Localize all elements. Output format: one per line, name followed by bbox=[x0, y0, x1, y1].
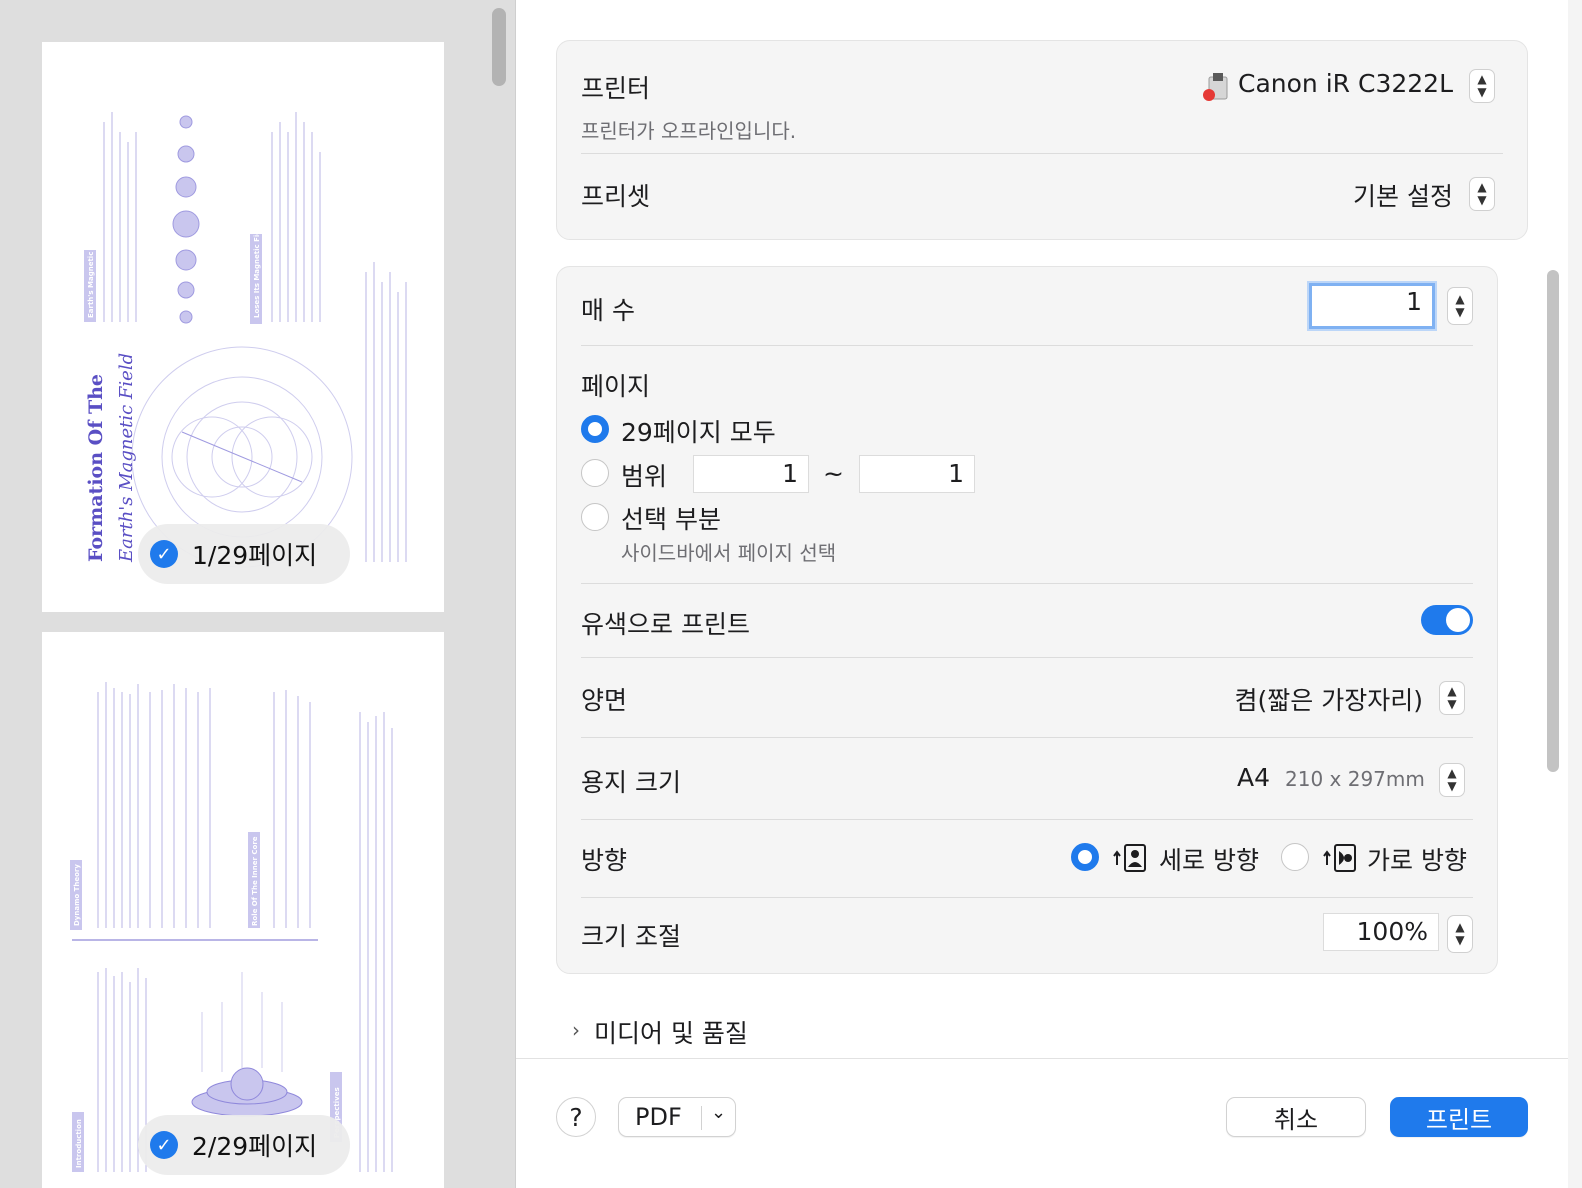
print-button[interactable]: 프린트 bbox=[1390, 1097, 1528, 1137]
page-1-label: 1/29페이지 bbox=[192, 541, 318, 570]
scale-input[interactable]: 100% bbox=[1323, 913, 1439, 951]
page-thumbnail-2[interactable]: Dynamo Theory Role Of The Inner Core Int… bbox=[42, 632, 444, 1188]
paper-size-value[interactable]: A4 bbox=[1237, 763, 1270, 792]
page-sidebar: Formation Of The Earth's Magnetic Field … bbox=[0, 0, 516, 1188]
page-1-title: Formation Of The bbox=[85, 374, 107, 562]
duplex-select[interactable]: 켬(짧은 가장자리) bbox=[1235, 681, 1423, 717]
color-toggle[interactable] bbox=[1421, 605, 1473, 635]
portrait-label[interactable]: 세로 방향 bbox=[1159, 841, 1259, 877]
page-2-section-1: Dynamo Theory bbox=[73, 864, 81, 926]
copies-label: 매 수 bbox=[581, 296, 635, 325]
scale-stepper[interactable]: ▲ ▼ bbox=[1447, 915, 1473, 953]
scale-label: 크기 조절 bbox=[581, 922, 681, 951]
pages-all-radio[interactable] bbox=[581, 415, 609, 443]
page-1-badge[interactable]: ✓ 1/29페이지 bbox=[138, 524, 350, 584]
preset-label: 프리셋 bbox=[581, 182, 651, 211]
pages-range-label[interactable]: 범위 bbox=[621, 457, 667, 493]
pages-selection-label[interactable]: 선택 부분 bbox=[621, 500, 721, 536]
pages-label: 페이지 bbox=[581, 372, 651, 401]
pages-range-radio[interactable] bbox=[581, 459, 609, 487]
help-button[interactable]: ? bbox=[556, 1097, 596, 1137]
print-settings-panel: 프린터 프린터가 오프라인입니다. Canon iR C3222L ▲ ▼ 프리셋… bbox=[516, 0, 1568, 1188]
portrait-radio[interactable] bbox=[1071, 843, 1099, 871]
range-from-input[interactable]: 1 bbox=[693, 455, 809, 493]
checkmark-icon: ✓ bbox=[150, 540, 178, 568]
page-1-section-2: Loses Its Magnetic Field bbox=[253, 223, 261, 318]
copies-input[interactable]: 1 bbox=[1309, 283, 1435, 329]
duplex-updown-icon[interactable]: ▲ ▼ bbox=[1439, 681, 1465, 715]
paper-size-label: 용지 크기 bbox=[581, 768, 681, 797]
pdf-label: PDF bbox=[635, 1103, 682, 1131]
pages-selection-hint: 사이드바에서 페이지 선택 bbox=[621, 541, 837, 565]
range-to-input[interactable]: 1 bbox=[859, 455, 975, 493]
page-2-badge[interactable]: ✓ 2/29페이지 bbox=[138, 1115, 350, 1175]
footer-bar: ? PDF ⌄ 취소 프린트 bbox=[516, 1058, 1568, 1188]
chevron-down-icon[interactable]: ⌄ bbox=[711, 1102, 726, 1123]
preset-updown-icon[interactable]: ▲ ▼ bbox=[1469, 177, 1495, 211]
panel-scrollbar[interactable] bbox=[1547, 270, 1559, 772]
portrait-icon bbox=[1113, 844, 1146, 872]
cancel-button[interactable]: 취소 bbox=[1226, 1097, 1366, 1137]
printer-status: 프린터가 오프라인입니다. bbox=[581, 119, 797, 143]
printer-card: 프린터 프린터가 오프라인입니다. Canon iR C3222L ▲ ▼ 프리셋… bbox=[556, 40, 1528, 240]
color-label: 유색으로 프린트 bbox=[581, 610, 750, 639]
media-quality-disclosure[interactable]: 미디어 및 품질 bbox=[594, 1014, 748, 1050]
checkmark-icon: ✓ bbox=[150, 1131, 178, 1159]
page-1-section-1: Earth's Magnetic bbox=[87, 252, 95, 318]
range-separator: ~ bbox=[823, 459, 844, 488]
printer-select[interactable]: Canon iR C3222L bbox=[1238, 69, 1453, 98]
sidebar-scrollbar[interactable] bbox=[492, 8, 506, 86]
printer-label: 프린터 bbox=[581, 74, 651, 103]
orientation-label: 방향 bbox=[581, 846, 628, 875]
chevron-right-icon[interactable]: › bbox=[572, 1018, 580, 1042]
printer-icon bbox=[1203, 73, 1228, 101]
print-options-card: 매 수 1 ▲ ▼ 페이지 29페이지 모두 범위 1 ~ 1 선택 부분 사이드… bbox=[556, 266, 1498, 974]
printer-updown-icon[interactable]: ▲ ▼ bbox=[1469, 69, 1495, 103]
landscape-label[interactable]: 가로 방향 bbox=[1367, 841, 1467, 877]
duplex-label: 양면 bbox=[581, 686, 628, 715]
landscape-radio[interactable] bbox=[1281, 843, 1309, 871]
paper-size-dims[interactable]: 210 x 297mm bbox=[1285, 767, 1425, 791]
page-2-section-3: Introduction bbox=[75, 1119, 83, 1168]
paper-size-updown-icon[interactable]: ▲ ▼ bbox=[1439, 763, 1465, 797]
page-2-label: 2/29페이지 bbox=[192, 1132, 318, 1161]
pages-selection-radio[interactable] bbox=[581, 503, 609, 531]
preset-select[interactable]: 기본 설정 bbox=[1353, 177, 1453, 213]
page-2-section-2: Role Of The Inner Core bbox=[251, 836, 259, 926]
page-2-preview: Dynamo Theory Role Of The Inner Core Int… bbox=[70, 682, 393, 1172]
pages-all-label[interactable]: 29페이지 모두 bbox=[621, 413, 776, 449]
landscape-icon bbox=[1323, 844, 1356, 872]
pdf-button[interactable]: PDF ⌄ bbox=[618, 1097, 736, 1137]
copies-stepper[interactable]: ▲ ▼ bbox=[1447, 287, 1473, 325]
page-1-subtitle: Earth's Magnetic Field bbox=[116, 353, 137, 563]
